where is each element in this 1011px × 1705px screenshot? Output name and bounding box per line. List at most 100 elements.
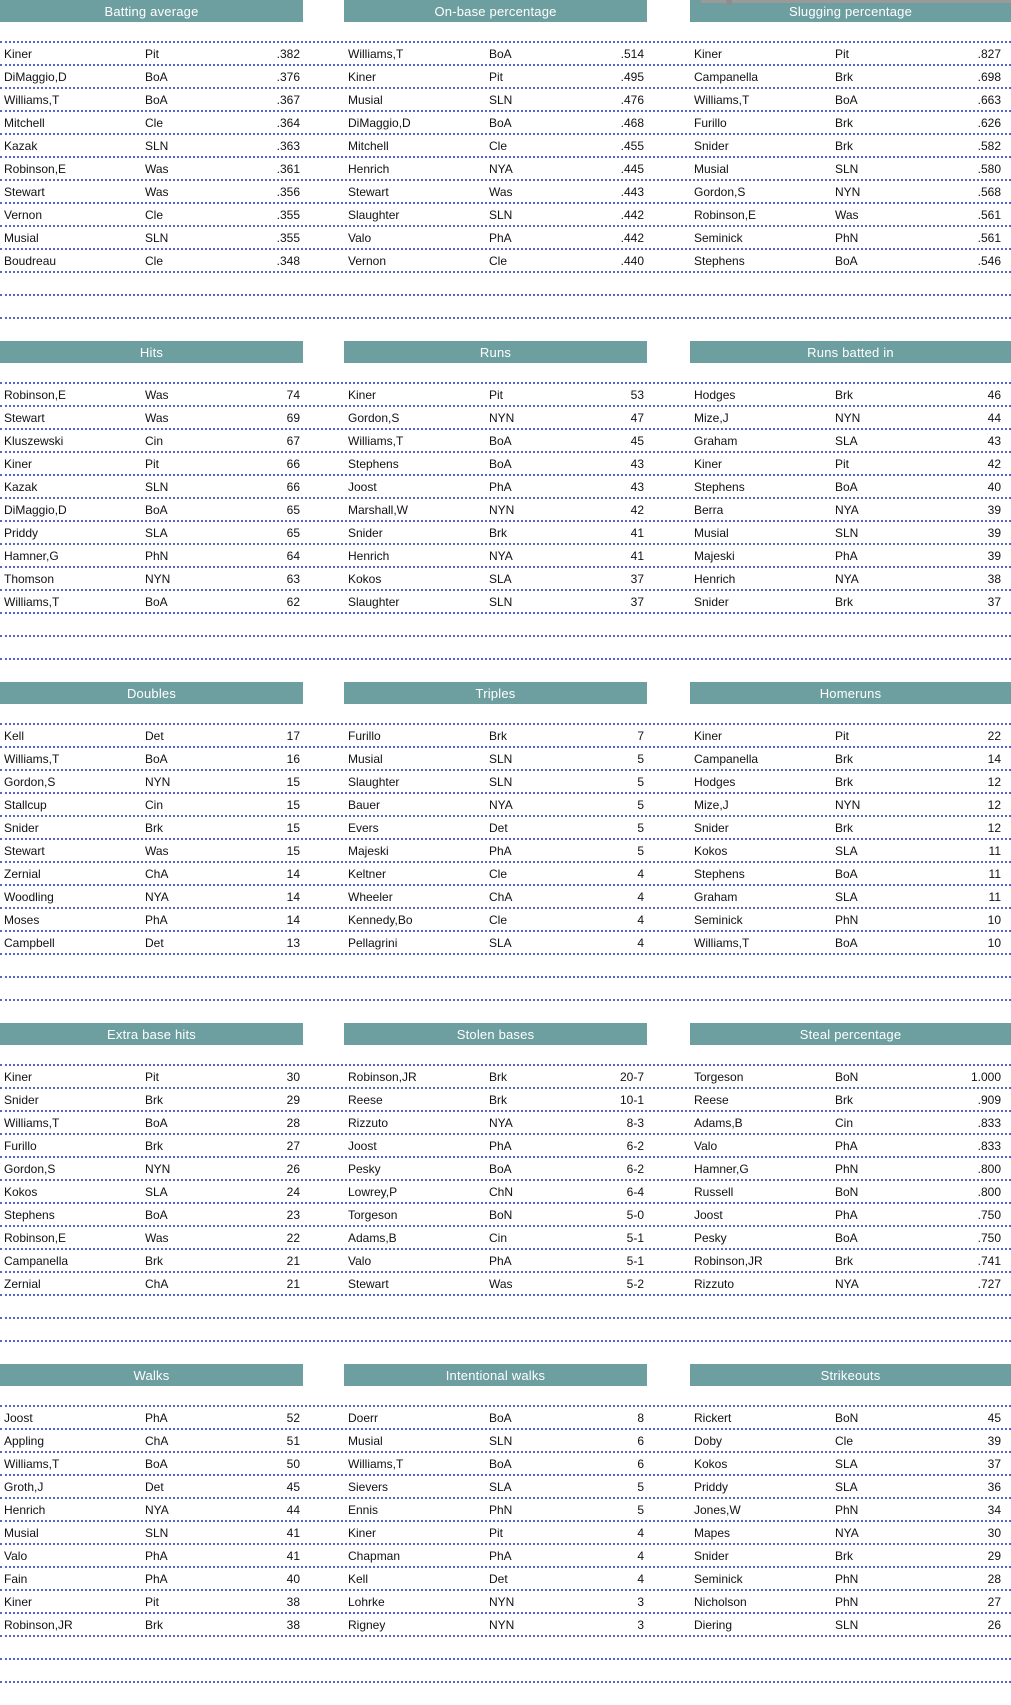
team-code: ChA [489,889,513,904]
table-row[interactable]: Mitchell Cle .364 DiMaggio,D BoA .468 Furillo B… [0,112,1011,135]
table-row[interactable]: Williams,T BoA 62 Slaughter SLN 37 Snider Brk 37 [0,591,1011,614]
player-name: Williams,T [4,594,60,609]
table-row[interactable]: Kiner Pit 66 Stephens BoA 43 Kiner Pit 42 [0,453,1011,476]
category-header[interactable]: Triples [344,682,647,704]
category-row-group: Robinson,JR Brk 38 [0,1613,344,1636]
category-header[interactable]: Doubles [0,682,303,704]
table-row[interactable]: Robinson,E Was 74 Kiner Pit 53 Hodges Brk 46 [0,384,1011,407]
stat-value: .827 [977,46,1001,61]
team-code: Was [835,207,859,222]
stat-value: .442 [620,230,644,245]
table-row[interactable]: Williams,T BoA .367 Musial SLN .476 Williams,T… [0,89,1011,112]
table-row[interactable]: Robinson,JR Brk 38 Rigney NYN 3 Diering SLN 26 [0,1614,1011,1637]
player-name: Mitchell [348,138,389,153]
table-row[interactable]: Snider Brk 29 Reese Brk 10-1 Reese Brk .909 [0,1089,1011,1112]
table-row[interactable]: Appling ChA 51 Musial SLN 6 Doby Cle 39 [0,1430,1011,1453]
category-header[interactable]: Steal percentage [690,1023,1011,1045]
table-row[interactable]: Zernial ChA 21 Stewart Was 5-2 Rizzuto NYA .727 [0,1273,1011,1296]
player-name: Williams,T [348,1456,404,1471]
table-row[interactable]: Groth,J Det 45 Sievers SLA 5 Priddy SLA 36 [0,1476,1011,1499]
table-row[interactable]: Williams,T BoA 50 Williams,T BoA 6 Kokos SLA 37 [0,1453,1011,1476]
category-header[interactable]: Hits [0,341,303,363]
table-row[interactable]: Woodling NYA 14 Wheeler ChA 4 Graham SLA 11 [0,886,1011,909]
team-code: PhA [145,912,168,927]
blank-row [0,978,1011,1001]
table-row[interactable]: Fain PhA 40 Kell Det 4 Seminick PhN 28 [0,1568,1011,1591]
table-row[interactable]: Zernial ChA 14 Keltner Cle 4 Stephens BoA 11 [0,863,1011,886]
team-code: Brk [835,138,853,153]
stat-section: Extra base hits Stolen bases Steal percent… [0,1023,1011,1364]
table-row[interactable]: Kazak SLN .363 Mitchell Cle .455 Snider Brk .582 [0,135,1011,158]
team-code: PhN [489,1502,513,1517]
team-code: NYA [489,548,513,563]
table-row[interactable]: Kluszewski Cin 67 Williams,T BoA 45 Graham SLA 4… [0,430,1011,453]
table-row[interactable]: Stewart Was .356 Stewart Was .443 Gordon,S NYN.… [0,181,1011,204]
table-row[interactable]: Musial SLN 41 Kiner Pit 4 Mapes NYA 30 [0,1522,1011,1545]
table-row[interactable]: Kiner Pit 30 Robinson,JR Brk 20-7 Torgeson BoN 1… [0,1066,1011,1089]
table-row[interactable]: Robinson,E Was .361 Henrich NYA .445 Musial SLN… [0,158,1011,181]
table-row[interactable]: Hamner,G PhN 64 Henrich NYA 41 Majeski PhA 39 [0,545,1011,568]
table-row[interactable]: Campbell Det 13 Pellagrini SLA 4 Williams,T BoA… [0,932,1011,955]
team-code: NYN [489,502,515,517]
table-row[interactable]: Robinson,E Was 22 Adams,B Cin 5-1 Pesky BoA .750 [0,1227,1011,1250]
table-row[interactable]: Kiner Pit 38 Lohrke NYN 3 Nicholson PhN 27 [0,1591,1011,1614]
table-row[interactable]: DiMaggio,D BoA 65 Marshall,W NYN 42 Berra NYA 39 [0,499,1011,522]
team-code: NYN [489,410,515,425]
category-header[interactable]: Intentional walks [344,1364,647,1386]
table-row[interactable]: Valo PhA 41 Chapman PhA 4 Snider Brk 29 [0,1545,1011,1568]
table-row[interactable]: Priddy SLA 65 Snider Brk 41 Musial SLN 39 [0,522,1011,545]
table-row[interactable]: Campanella Brk 21 Valo PhA 5-1 Robinson,JR Brk.… [0,1250,1011,1273]
team-code: Brk [489,525,507,540]
table-row[interactable]: Vernon Cle .355 Slaughter SLN .442 Robinson,E W… [0,204,1011,227]
team-code: Cle [145,207,164,222]
category-header[interactable]: Walks [0,1364,303,1386]
table-row[interactable]: Stewart Was 15 Majeski PhA 5 Kokos SLA 11 [0,840,1011,863]
table-row[interactable]: Stewart Was 69 Gordon,S NYN 47 Mize,J NYN 44 [0,407,1011,430]
table-row[interactable]: Musial SLN .355 Valo PhA .442 Seminick PhN .561 [0,227,1011,250]
team-code: BoA [489,1161,512,1176]
team-code: Cle [835,1433,854,1448]
category-header[interactable]: Runs batted in [690,341,1011,363]
table-row[interactable]: Williams,T BoA 28 Rizzuto NYA 8-3 Adams,B Cin .8… [0,1112,1011,1135]
category-row-group: Stallcup Cin 15 [0,793,344,816]
team-code: Cle [489,866,508,881]
table-row[interactable]: Gordon,S NYN 26 Pesky BoA 6-2 Hamner,G PhN .800 [0,1158,1011,1181]
team-code: Cin [145,797,164,812]
category-row-group: Williams,T BoA 45 [344,429,690,452]
category-row-group: Valo PhA 41 [0,1544,344,1567]
table-row[interactable]: Stephens BoA 23 Torgeson BoN 5-0 Joost PhA .750 [0,1204,1011,1227]
table-row[interactable]: Kokos SLA 24 Lowrey,P ChN 6-4 Russell BoN .800 [0,1181,1011,1204]
table-row[interactable]: Boudreau Cle .348 Vernon Cle .440 Stephens BoA.… [0,250,1011,273]
category-header[interactable]: Runs [344,341,647,363]
team-code: Brk [835,1253,853,1268]
table-row[interactable]: Williams,T BoA 16 Musial SLN 5 Campanella Brk 14 [0,748,1011,771]
category-row-group: Seminick PhN .561 [690,226,1011,249]
category-header[interactable]: On-base percentage [344,0,647,22]
table-row[interactable]: Henrich NYA 44 Ennis PhN 5 Jones,W PhN 34 [0,1499,1011,1522]
category-header[interactable]: Extra base hits [0,1023,303,1045]
table-row[interactable]: Moses PhA 14 Kennedy,Bo Cle 4 Seminick PhN 10 [0,909,1011,932]
stat-value: 50 [286,1456,300,1471]
category-header[interactable]: Stolen bases [344,1023,647,1045]
table-row[interactable]: Thomson NYN 63 Kokos SLA 37 Henrich NYA 38 [0,568,1011,591]
table-row[interactable]: DiMaggio,D BoA .376 Kiner Pit .495 Campanella B… [0,66,1011,89]
stat-value: 14 [286,866,300,881]
stat-value: 8-3 [626,1115,644,1130]
player-name: Williams,T [4,1115,60,1130]
table-row[interactable]: Gordon,S NYN 15 Slaughter SLN 5 Hodges Brk 12 [0,771,1011,794]
stat-value: 10 [987,912,1001,927]
category-header[interactable]: Batting average [0,0,303,22]
category-header[interactable]: Homeruns [690,682,1011,704]
table-row[interactable]: Joost PhA 52 Doerr BoA 8 Rickert BoN 45 [0,1407,1011,1430]
table-row[interactable]: Kiner Pit .382 Williams,T BoA .514 Kiner Pit .82… [0,43,1011,66]
table-row[interactable]: Furillo Brk 27 Joost PhA 6-2 Valo PhA .833 [0,1135,1011,1158]
table-row[interactable]: Snider Brk 15 Evers Det 5 Snider Brk 12 [0,817,1011,840]
player-name: Kiner [694,46,723,61]
category-header[interactable]: Strikeouts [690,1364,1011,1386]
category-row-group: Kiner Pit 22 [690,724,1011,747]
category-header[interactable]: Slugging percentage [690,0,1011,22]
table-row[interactable]: Stallcup Cin 15 Bauer NYA 5 Mize,J NYN 12 [0,794,1011,817]
table-row[interactable]: Kazak SLN 66 Joost PhA 43 Stephens BoA 40 [0,476,1011,499]
table-row[interactable]: Kell Det 17 Furillo Brk 7 Kiner Pit 22 [0,725,1011,748]
team-code: NYN [835,797,861,812]
